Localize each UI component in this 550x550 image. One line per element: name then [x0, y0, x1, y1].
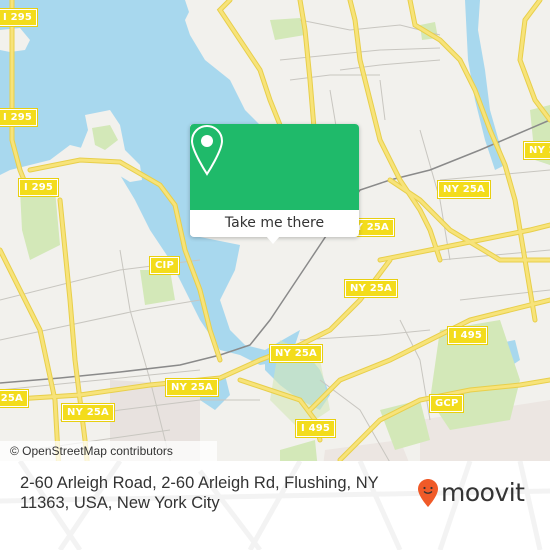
- footer: 2-60 Arleigh Road, 2-60 Arleigh Rd, Flus…: [0, 461, 550, 550]
- route-shield-ny25a: NY 25A: [165, 378, 219, 397]
- route-shield-ny25a: NY 25A: [0, 389, 29, 408]
- route-shield-ny25a: NY 25A: [61, 403, 115, 422]
- route-shield-i295: I 295: [0, 108, 39, 127]
- map-pin-icon: [190, 124, 224, 176]
- route-shield-i295: I 295: [17, 178, 60, 197]
- park: [270, 18, 305, 40]
- route-shield-ny25: NY 2: [523, 141, 550, 160]
- route-shield-gcp: GCP: [428, 394, 465, 413]
- address-text: 2-60 Arleigh Road, 2-60 Arleigh Rd, Flus…: [20, 474, 379, 512]
- route-shield-ny25a: NY 25A: [344, 279, 398, 298]
- route-shield-ny25a: NY 25A: [437, 180, 491, 199]
- location-popup[interactable]: Take me there: [190, 124, 359, 244]
- popup-header: [190, 124, 359, 210]
- moovit-logo: moovit: [417, 478, 525, 508]
- moovit-wordmark: moovit: [441, 478, 525, 507]
- route-shield-i495: I 495: [294, 419, 337, 438]
- popup-pointer: [266, 236, 280, 244]
- route-shield-i495: I 495: [446, 326, 489, 345]
- route-shield-ny25a: NY 25A: [269, 344, 323, 363]
- map-view[interactable]: I 295 I 295 I 295 CIP NY 25A NY 25A NY 2…: [0, 0, 550, 490]
- take-me-there-button[interactable]: Take me there: [190, 210, 359, 237]
- route-shield-cip: CIP: [149, 256, 180, 275]
- route-shield-i295: I 295: [0, 8, 39, 27]
- moovit-pin-icon: [418, 479, 438, 507]
- park: [140, 270, 175, 305]
- park: [20, 190, 60, 260]
- map-attribution[interactable]: © OpenStreetMap contributors: [0, 441, 217, 461]
